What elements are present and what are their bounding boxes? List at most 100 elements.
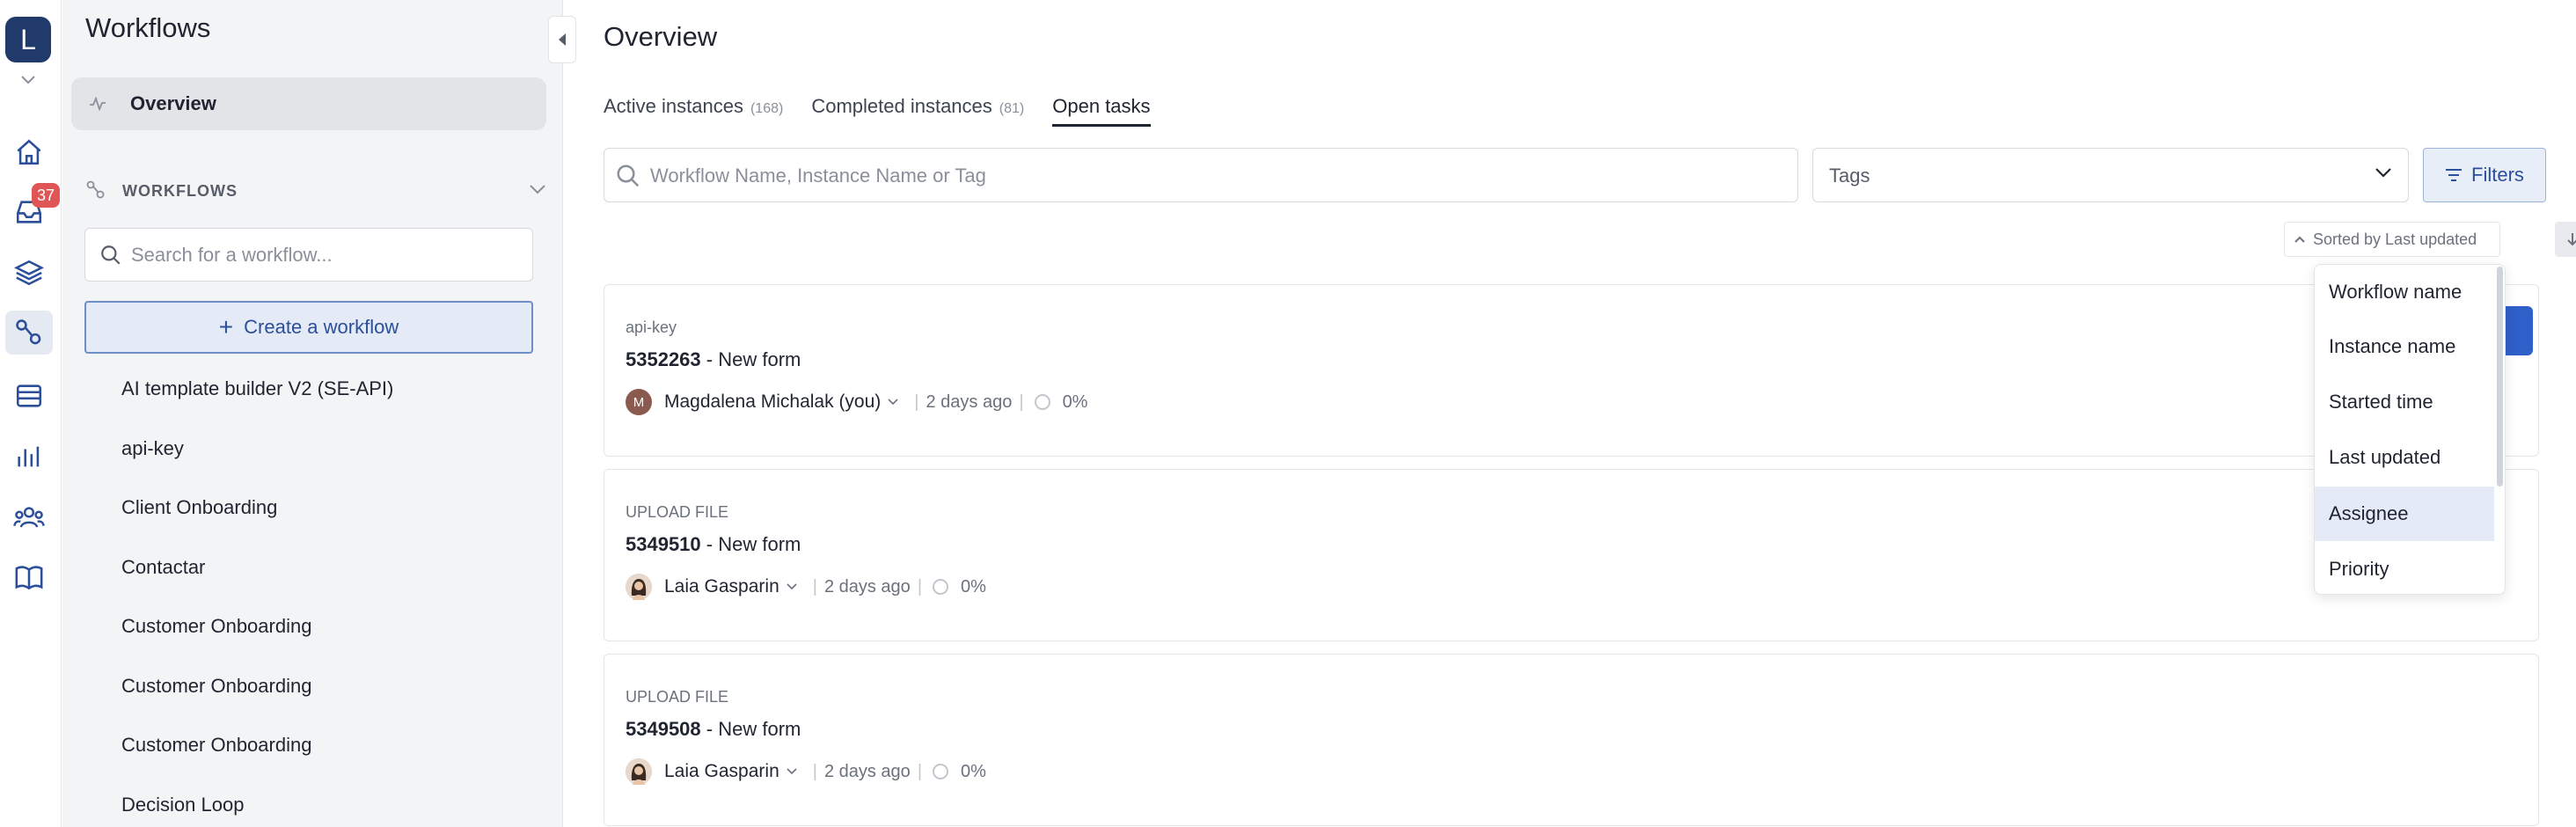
assignee-name[interactable]: Laia Gasparin <box>664 761 779 782</box>
filters-label: Filters <box>2471 164 2524 186</box>
assignee-name[interactable]: Laia Gasparin <box>664 576 779 597</box>
instance-name: New form <box>718 348 801 370</box>
card-meta: M Magdalena Michalak (you) | 2 days ago … <box>626 387 1087 417</box>
task-card[interactable]: UPLOAD FILE 5349508 - New form Laia Gasp… <box>604 654 2539 826</box>
users-icon[interactable] <box>11 500 47 535</box>
divider: | <box>917 576 923 596</box>
task-card[interactable]: UPLOAD FILE 5349510 - New form Laia Gasp… <box>604 469 2539 641</box>
chevron-down-icon[interactable] <box>529 183 546 195</box>
search-icon <box>101 245 121 265</box>
collapse-sidebar-button[interactable] <box>548 16 576 63</box>
main-content: Overview Active instances (168) Completed… <box>604 0 2576 827</box>
assignee-name[interactable]: Magdalena Michalak (you) <box>664 392 881 413</box>
book-icon[interactable] <box>11 560 47 595</box>
section-label: WORKFLOWS <box>122 182 238 200</box>
workspace-logo[interactable]: L <box>5 17 51 62</box>
progress-ring <box>933 579 949 595</box>
instance-search-field[interactable] <box>604 148 1798 202</box>
tab-label: Active instances <box>604 95 743 117</box>
updated-time: 2 days ago <box>926 392 1013 412</box>
sort-option[interactable]: Workflow name <box>2315 265 2494 319</box>
plus-icon: + <box>218 313 234 340</box>
avatar <box>626 758 652 785</box>
workflows-sidebar: Workflows Overview WORKFLOWS + Create a … <box>62 0 563 827</box>
workflow-list-item[interactable]: Decision Loop <box>121 786 393 827</box>
chevron-down-icon[interactable] <box>19 74 37 86</box>
workflows-section-header[interactable]: WORKFLOWS <box>85 178 546 204</box>
workflow-list-item[interactable]: Customer Onboarding <box>121 667 393 727</box>
workflows-icon <box>86 180 105 199</box>
progress-ring <box>933 764 949 779</box>
avatar <box>626 574 652 600</box>
chevron-up-icon <box>2294 236 2305 243</box>
icon-rail: L 37 <box>0 0 62 827</box>
workflow-list-item[interactable]: Customer Onboarding <box>121 726 393 786</box>
sort-options-dropdown: Workflow name Instance name Started time… <box>2314 264 2506 595</box>
card-title: 5349508 - New form <box>626 718 801 740</box>
tab-count: (168) <box>750 101 784 116</box>
workflow-search-input[interactable] <box>131 241 518 269</box>
filter-icon <box>2446 169 2463 181</box>
create-workflow-label: Create a workflow <box>244 316 399 338</box>
sidebar-item-overview[interactable]: Overview <box>71 77 546 130</box>
chevron-down-icon[interactable] <box>787 583 797 590</box>
card-workflow-name: UPLOAD FILE <box>626 688 729 706</box>
task-card[interactable]: api-key 5352263 - New form M Magdalena M… <box>604 284 2539 457</box>
tab-active-instances[interactable]: Active instances (168) <box>604 95 783 127</box>
workflow-list-item[interactable]: Client Onboarding <box>121 488 393 548</box>
tab-label: Open tasks <box>1052 95 1151 117</box>
sidebar-title: Workflows <box>85 12 211 43</box>
tab-count: (81) <box>999 101 1025 116</box>
updated-time: 2 days ago <box>823 761 911 781</box>
chevron-down-icon[interactable] <box>787 768 797 775</box>
workflow-list-item[interactable]: api-key <box>121 429 393 489</box>
activity-icon <box>90 96 106 112</box>
inbox-count-badge: 37 <box>32 183 60 208</box>
sort-option[interactable]: Priority <box>2315 542 2494 594</box>
instance-id: 5349510 <box>626 533 701 555</box>
divider: | <box>812 761 817 781</box>
progress-value: 0% <box>961 576 986 596</box>
workflow-list: AI template builder V2 (SE-API) api-key … <box>121 370 393 827</box>
sort-option[interactable]: Started time <box>2315 375 2494 429</box>
tags-select[interactable]: Tags <box>1812 148 2409 202</box>
workflow-search-field[interactable] <box>84 228 533 282</box>
dropdown-scrollbar[interactable] <box>2497 267 2503 487</box>
sort-option[interactable]: Assignee <box>2315 487 2494 541</box>
instance-name: New form <box>718 718 801 740</box>
workflow-list-item[interactable]: Contactar <box>121 548 393 608</box>
instance-search-input[interactable] <box>650 161 1776 191</box>
divider: | <box>812 576 817 596</box>
tab-completed-instances[interactable]: Completed instances (81) <box>811 95 1024 127</box>
tab-bar: Active instances (168) Completed instance… <box>604 95 1151 130</box>
create-workflow-button[interactable]: + Create a workflow <box>84 301 533 354</box>
tab-open-tasks[interactable]: Open tasks <box>1052 95 1151 127</box>
layers-icon[interactable] <box>11 255 47 290</box>
chevron-down-icon[interactable] <box>888 399 898 406</box>
table-icon[interactable] <box>11 378 47 414</box>
caret-left-icon <box>559 33 566 46</box>
chevron-down-icon <box>2375 168 2391 178</box>
sort-direction-button[interactable] <box>2555 222 2576 257</box>
instance-id: 5352263 <box>626 348 701 370</box>
card-workflow-name: UPLOAD FILE <box>626 503 729 521</box>
progress-value: 0% <box>961 761 986 781</box>
instance-name: New form <box>718 533 801 555</box>
divider: | <box>917 761 923 781</box>
arrow-down-icon <box>2567 233 2576 246</box>
sidebar-item-label: Overview <box>130 92 216 114</box>
sort-option[interactable]: Instance name <box>2315 319 2494 374</box>
divider: | <box>1019 392 1024 412</box>
sort-option[interactable]: Last updated <box>2315 430 2494 485</box>
workflow-list-item[interactable]: AI template builder V2 (SE-API) <box>121 370 393 429</box>
sort-by-select[interactable]: Sorted by Last updated <box>2284 222 2500 257</box>
card-title: 5349510 - New form <box>626 533 801 555</box>
filters-button[interactable]: Filters <box>2423 148 2546 202</box>
chart-icon[interactable] <box>11 439 47 474</box>
card-workflow-name: api-key <box>626 318 677 336</box>
workflow-list-item[interactable]: Customer Onboarding <box>121 607 393 667</box>
workflows-icon[interactable] <box>5 311 53 355</box>
tags-label: Tags <box>1829 165 1870 187</box>
home-icon[interactable] <box>11 135 47 170</box>
card-title: 5352263 - New form <box>626 348 801 370</box>
